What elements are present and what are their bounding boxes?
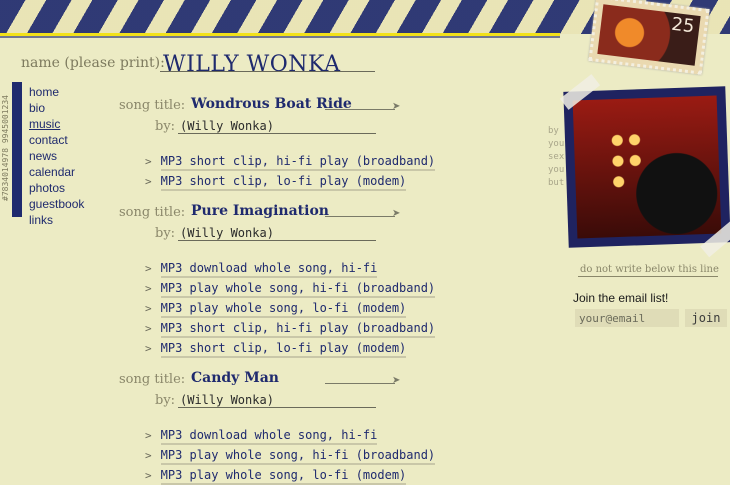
mp3-link[interactable]: MP3 play whole song, lo-fi (modem) <box>160 468 407 485</box>
side-edge-line: by <box>548 126 559 136</box>
title-dash-line <box>325 109 395 110</box>
artist-photo-frame <box>563 86 730 248</box>
mp3-link[interactable]: MP3 short clip, hi-fi play (broadband) <box>160 321 436 338</box>
vertical-code-text: #7834014978 9945001234 <box>1 95 10 201</box>
email-list-heading: Join the email list! <box>573 291 669 305</box>
mp3-link[interactable]: MP3 short clip, hi-fi play (broadband) <box>160 154 436 171</box>
list-item: > MP3 short clip, lo-fi play (modem) <box>145 337 435 358</box>
side-edge-line: you <box>548 165 565 175</box>
banner-blue-line <box>0 36 560 38</box>
nav-item: links <box>29 209 84 227</box>
name-underline <box>160 71 375 72</box>
mp3-link[interactable]: MP3 play whole song, lo-fi (modem) <box>160 301 407 318</box>
title-dash-line <box>325 216 395 217</box>
main-nav: home bio music contact news calendar photos gue… <box>29 81 84 227</box>
by-value: (Willy Wonka) <box>178 226 376 241</box>
list-item: > MP3 play whole song, lo-fi (modem) <box>145 464 435 485</box>
mp3-link[interactable]: MP3 download whole song, hi-fi <box>160 261 378 278</box>
mp3-link[interactable]: MP3 short clip, lo-fi play (modem) <box>160 174 407 191</box>
nav-item: news <box>29 145 84 163</box>
title-arrow-icon: ➤ <box>392 375 401 386</box>
list-item: > MP3 play whole song, lo-fi (modem) <box>145 297 435 318</box>
by-label: by: <box>155 393 176 408</box>
nav-item: photos <box>29 177 84 195</box>
do-not-write-line <box>578 276 718 277</box>
join-button[interactable]: join <box>685 309 727 327</box>
nav-item: music <box>29 113 84 131</box>
mp3-link[interactable]: MP3 play whole song, hi-fi (broadband) <box>160 281 436 298</box>
chevron-right-icon: > <box>145 302 152 315</box>
song-title: Pure Imagination <box>191 203 329 219</box>
nav-item: contact <box>29 129 84 147</box>
chevron-right-icon: > <box>145 322 152 335</box>
list-item: > MP3 download whole song, hi-fi <box>145 257 435 278</box>
by-label: by: <box>155 119 176 134</box>
title-arrow-icon: ➤ <box>392 208 401 219</box>
stamp-number: 25 <box>670 13 696 38</box>
nav-item: home <box>29 81 84 99</box>
side-edge-line: you <box>548 139 565 149</box>
list-item: > MP3 short clip, hi-fi play (broadband) <box>145 317 436 338</box>
song-title-label: song title: <box>119 205 186 220</box>
email-input[interactable] <box>575 309 679 327</box>
chevron-right-icon: > <box>145 282 152 295</box>
nav-item: guestbook <box>29 193 84 211</box>
postage-stamp: 25 <box>588 0 710 75</box>
name-label: name (please print): <box>21 55 165 71</box>
chevron-right-icon: > <box>145 449 152 462</box>
by-label: by: <box>155 226 176 241</box>
nav-item: calendar <box>29 161 84 179</box>
list-item: > MP3 short clip, lo-fi play (modem) <box>145 170 435 191</box>
artist-photo <box>572 95 722 239</box>
side-edge-text: by you sex you but <box>548 125 564 190</box>
mp3-link-list: > MP3 short clip, hi-fi play (broadband) >… <box>145 150 436 191</box>
song-title-label: song title: <box>119 98 186 113</box>
chevron-right-icon: > <box>145 429 152 442</box>
song-title: Candy Man <box>191 370 279 386</box>
chevron-right-icon: > <box>145 342 152 355</box>
mp3-link[interactable]: MP3 play whole song, hi-fi (broadband) <box>160 448 436 465</box>
artist-name: WILLY WONKA <box>163 52 341 77</box>
chevron-right-icon: > <box>145 155 152 168</box>
do-not-write-note: do not write below this line <box>580 264 719 275</box>
chevron-right-icon: > <box>145 175 152 188</box>
vertical-barcode-strip <box>12 82 22 217</box>
song-title-label: song title: <box>119 372 186 387</box>
nav-link-links[interactable]: links <box>29 213 53 227</box>
chevron-right-icon: > <box>145 262 152 275</box>
title-dash-line <box>325 383 395 384</box>
list-item: > MP3 short clip, hi-fi play (broadband) <box>145 150 436 171</box>
mp3-link[interactable]: MP3 short clip, lo-fi play (modem) <box>160 341 407 358</box>
by-value: (Willy Wonka) <box>178 393 376 408</box>
side-edge-line: but <box>548 178 565 188</box>
by-value: (Willy Wonka) <box>178 119 376 134</box>
nav-item: bio <box>29 97 84 115</box>
list-item: > MP3 play whole song, hi-fi (broadband) <box>145 444 436 465</box>
mp3-link-list: > MP3 download whole song, hi-fi > MP3 play… <box>145 424 436 485</box>
list-item: > MP3 download whole song, hi-fi <box>145 424 435 445</box>
list-item: > MP3 play whole song, hi-fi (broadband) <box>145 277 436 298</box>
mp3-link[interactable]: MP3 download whole song, hi-fi <box>160 428 378 445</box>
side-edge-line: sex <box>548 152 565 162</box>
chevron-right-icon: > <box>145 469 152 482</box>
mp3-link-list: > MP3 download whole song, hi-fi > MP3 play… <box>145 257 436 358</box>
title-arrow-icon: ➤ <box>392 101 401 112</box>
